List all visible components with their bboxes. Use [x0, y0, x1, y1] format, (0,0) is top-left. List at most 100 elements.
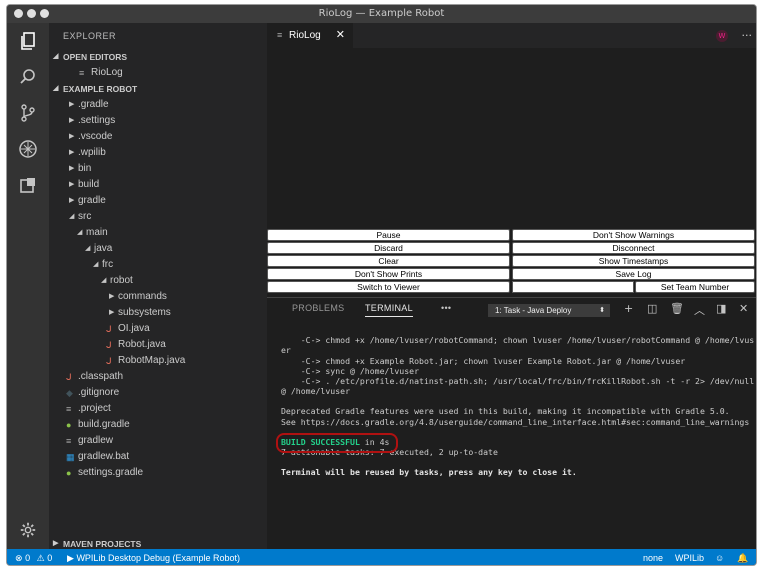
tree-folder[interactable]: ◢ main [49, 225, 267, 241]
extensions-icon[interactable] [16, 175, 40, 199]
tree-file[interactable]: ≡ .project [49, 401, 267, 417]
terminal-panel: PROBLEMS TERMINAL ••• 1: Task - Java Dep… [267, 297, 756, 549]
chevron-right-icon: ▶ [69, 149, 75, 156]
tree-item-label: .wpilib [78, 147, 106, 158]
tree-folder[interactable]: ◢ frc [49, 257, 267, 273]
show-timestamps-button[interactable]: Show Timestamps [512, 255, 755, 267]
chevron-down-icon: ◢ [53, 53, 59, 60]
tree-folder[interactable]: ▶ .settings [49, 113, 267, 129]
chevron-down-icon: ◢ [93, 261, 99, 268]
tab-terminal[interactable]: TERMINAL [365, 303, 413, 317]
tree-file[interactable]: ● build.gradle [49, 417, 267, 433]
tree-folder[interactable]: ◢ robot [49, 273, 267, 289]
tree-item-label: gradle [78, 195, 106, 206]
discard-button[interactable]: Discard [267, 242, 510, 254]
tree-item-label: build [78, 179, 100, 190]
terminal-line: See https://docs.gradle.org/4.8/userguid… [281, 416, 750, 427]
search-icon[interactable] [16, 67, 40, 91]
more-actions-icon[interactable]: ··· [742, 29, 753, 42]
files-icon[interactable] [16, 31, 40, 55]
trash-icon[interactable]: 🗑 [670, 302, 684, 315]
none-status[interactable]: none [643, 549, 663, 565]
wpilib-status[interactable]: WPILib [675, 549, 704, 565]
text-file-icon: ≡ [66, 436, 72, 446]
close-panel-icon[interactable]: ✕ [739, 302, 748, 315]
tab-riolog[interactable]: ≡ RioLog ✕ [267, 23, 353, 48]
debug-icon[interactable] [16, 139, 40, 163]
tree-folder[interactable]: ◢ src [49, 209, 267, 225]
open-editors-header[interactable]: ◢ OPEN EDITORS [49, 49, 267, 65]
chevron-updown-icon: ⬍ [599, 307, 605, 314]
tree-folder[interactable]: ▶ commands [49, 289, 267, 305]
tree-file[interactable]: ▦ gradlew.bat [49, 449, 267, 465]
terminal-select[interactable]: 1: Task - Java Deploy ⬍ [488, 304, 610, 317]
chevron-right-icon: ▶ [69, 117, 75, 124]
save-log-button[interactable]: Save Log [512, 268, 755, 280]
dont-show-prints-button[interactable]: Don't Show Prints [267, 268, 510, 280]
problems-status[interactable]: ⊗ 0 ⚠ 0 [15, 549, 52, 565]
tab-problems[interactable]: PROBLEMS [292, 303, 344, 313]
tree-file[interactable]: ᒍ OI.java [49, 321, 267, 337]
tree-folder[interactable]: ▶ .vscode [49, 129, 267, 145]
bell-icon[interactable]: 🔔 [737, 549, 748, 565]
tree-file[interactable]: ◆ .gitignore [49, 385, 267, 401]
tree-item-label: gradlew [78, 435, 114, 446]
chevron-down-icon: ◢ [101, 277, 107, 284]
clear-button[interactable]: Clear [267, 255, 510, 267]
tree-folder[interactable]: ▶ gradle [49, 193, 267, 209]
tree-item-label: .settings [78, 115, 116, 126]
chevron-down-icon: ◢ [77, 229, 83, 236]
tree-item-label: src [78, 211, 92, 222]
minimize-window-button[interactable] [27, 9, 36, 18]
pause-button[interactable]: Pause [267, 229, 510, 241]
explorer-title: EXPLORER [63, 31, 117, 41]
tree-file[interactable]: ᒍ .classpath [49, 369, 267, 385]
tree-file[interactable]: ᒍ RobotMap.java [49, 353, 267, 369]
layout-icon[interactable]: ◨ [716, 302, 726, 315]
team-number-input[interactable] [512, 281, 634, 293]
tree-folder[interactable]: ▶ .wpilib [49, 145, 267, 161]
smiley-icon[interactable]: ☺ [715, 549, 724, 565]
chevron-right-icon: ▶ [69, 181, 75, 188]
debug-config-status[interactable]: ▶ WPILib Desktop Debug (Example Robot) [67, 549, 240, 565]
chevron-right-icon: ▶ [69, 165, 75, 172]
tree-folder[interactable]: ▶ bin [49, 161, 267, 177]
source-control-icon[interactable] [16, 103, 40, 127]
wpilib-badge-icon[interactable]: W [716, 30, 728, 42]
tree-item-label: OI.java [118, 323, 150, 334]
tree-folder[interactable]: ▶ build [49, 177, 267, 193]
split-terminal-icon[interactable]: ◫ [647, 302, 657, 315]
switch-to-viewer-button[interactable]: Switch to Viewer [267, 281, 510, 293]
riolog-view [267, 48, 756, 228]
zoom-window-button[interactable] [40, 9, 49, 18]
open-editor-item[interactable]: ≡ RioLog [49, 65, 267, 81]
disconnect-button[interactable]: Disconnect [512, 242, 755, 254]
tree-item-label: bin [78, 163, 92, 174]
tree-folder[interactable]: ◢ java [49, 241, 267, 257]
chevron-down-icon: ◢ [53, 85, 59, 92]
tree-file[interactable]: ● settings.gradle [49, 465, 267, 481]
close-window-button[interactable] [14, 9, 23, 18]
chevron-right-icon: ▶ [69, 197, 75, 204]
chevron-right-icon: ▶ [109, 309, 115, 316]
tree-folder[interactable]: ▶ .gradle [49, 97, 267, 113]
chevron-up-icon[interactable]: ︿ [694, 302, 705, 318]
more-tabs-icon[interactable]: ••• [441, 303, 451, 313]
tree-file[interactable]: ᒍ Robot.java [49, 337, 267, 353]
tree-item-label: RobotMap.java [118, 355, 186, 366]
project-header[interactable]: ◢ EXAMPLE ROBOT [49, 81, 267, 97]
set-team-number-button[interactable]: Set Team Number [635, 281, 755, 293]
close-icon[interactable]: ✕ [336, 23, 345, 48]
tree-file[interactable]: ≡ gradlew [49, 433, 267, 449]
terminal-output[interactable]: -C-> chmod +x /home/lvuser/robotCommand;… [276, 325, 755, 498]
tree-folder[interactable]: ▶ subsystems [49, 305, 267, 321]
tree-item-label: java [94, 243, 113, 254]
add-terminal-icon[interactable]: + [624, 302, 633, 315]
gear-icon[interactable] [16, 521, 40, 545]
dont-show-warnings-button[interactable]: Don't Show Warnings [512, 229, 755, 241]
error-icon: ⊗ [15, 553, 23, 563]
vscode-window: RioLog — Example Robot EXPLORER ◢ OPEN E… [6, 4, 757, 566]
gradle-file-icon: ● [66, 468, 72, 478]
text-file-icon: ≡ [79, 68, 85, 78]
tree-item-label: frc [102, 259, 114, 270]
